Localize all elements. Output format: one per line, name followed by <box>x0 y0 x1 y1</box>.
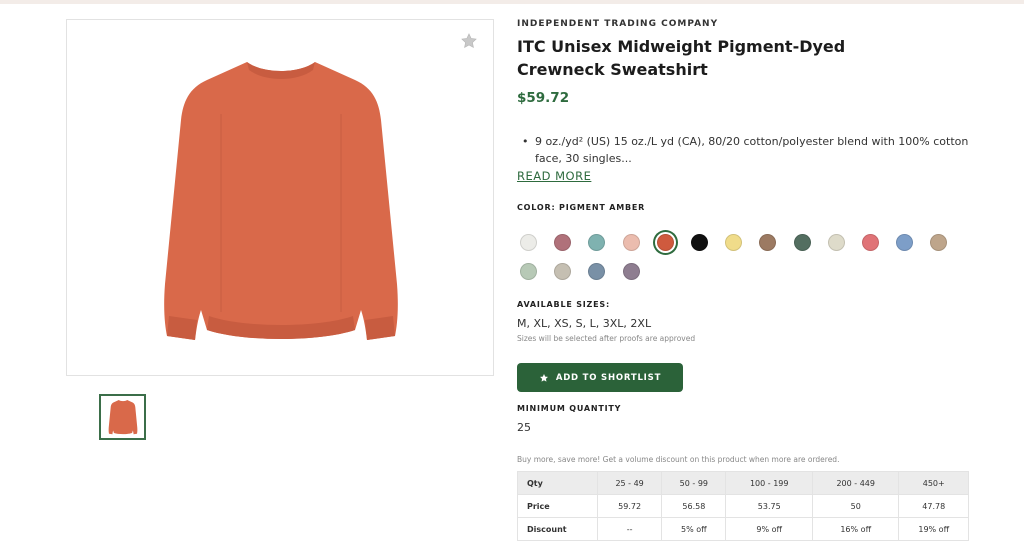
star-icon[interactable] <box>460 32 478 50</box>
color-swatch[interactable] <box>622 234 640 251</box>
color-swatch[interactable] <box>691 234 708 251</box>
table-cell: 50 - 99 <box>661 471 727 495</box>
color-swatch[interactable] <box>930 234 948 251</box>
table-row-qty: Qty 25 - 49 50 - 99 100 - 199 200 - 449 … <box>517 471 969 495</box>
product-main-image <box>66 19 494 376</box>
color-swatch[interactable] <box>520 234 537 251</box>
color-label: COLOR: PIGMENT AMBER <box>517 203 646 212</box>
description-text: 9 oz./yd² (US) 15 oz./L yd (CA), 80/20 c… <box>535 135 969 165</box>
table-row-price: Price 59.72 56.58 53.75 50 47.78 <box>517 494 969 518</box>
sizes-note: Sizes will be selected after proofs are … <box>517 334 696 343</box>
minimum-quantity-value: 25 <box>517 421 531 434</box>
minimum-quantity-label: MINIMUM QUANTITY <box>517 404 622 413</box>
read-more-link[interactable]: READ MORE <box>517 169 591 183</box>
color-swatch[interactable] <box>622 263 640 280</box>
table-cell: 56.58 <box>661 494 727 518</box>
color-swatch[interactable] <box>759 234 777 251</box>
table-cell: 200 - 449 <box>811 471 900 495</box>
brand-name: INDEPENDENT TRADING COMPANY <box>517 19 719 29</box>
volume-pricing-table: Qty 25 - 49 50 - 99 100 - 199 200 - 449 … <box>517 471 969 541</box>
color-swatch[interactable] <box>554 263 572 280</box>
color-swatch[interactable] <box>896 234 914 251</box>
product-title: ITC Unisex Midweight Pigment-Dyed Crewne… <box>517 37 846 79</box>
table-cell: 59.72 <box>596 494 663 518</box>
sweatshirt-thumbnail-image <box>108 400 137 435</box>
table-cell: 450+ <box>898 471 969 495</box>
table-cell: 100 - 199 <box>725 471 813 495</box>
table-cell: 25 - 49 <box>596 471 663 495</box>
product-thumbnail[interactable] <box>99 394 146 440</box>
color-swatch[interactable] <box>827 234 845 251</box>
top-bar <box>0 0 1024 4</box>
table-cell: 50 <box>811 494 900 518</box>
color-swatch[interactable] <box>725 234 743 251</box>
sweatshirt-image <box>164 62 398 340</box>
table-cell: Price <box>517 494 598 518</box>
color-swatch[interactable] <box>588 263 606 280</box>
color-swatch[interactable] <box>588 234 606 251</box>
table-cell: 5% off <box>661 517 727 541</box>
table-cell: Qty <box>517 471 598 495</box>
shortlist-label: ADD TO SHORTLIST <box>555 372 662 383</box>
color-swatch[interactable] <box>554 234 572 251</box>
color-swatch[interactable] <box>656 234 674 251</box>
table-cell: 9% off <box>725 517 813 541</box>
available-sizes: M, XL, XS, S, L, 3XL, 2XL <box>517 317 652 330</box>
table-cell: 16% off <box>811 517 900 541</box>
add-to-shortlist-button[interactable]: ADD TO SHORTLIST <box>517 363 683 392</box>
table-cell: -- <box>596 517 663 541</box>
table-cell: 53.75 <box>725 494 813 518</box>
star-icon <box>539 373 548 382</box>
color-swatch[interactable] <box>793 234 811 251</box>
description-bullet: • 9 oz./yd² (US) 15 oz./L yd (CA), 80/20… <box>522 133 982 167</box>
color-swatch[interactable] <box>862 234 879 251</box>
table-cell: 47.78 <box>898 494 969 518</box>
volume-discount-note: Buy more, save more! Get a volume discou… <box>517 455 840 464</box>
color-swatch[interactable] <box>520 263 537 280</box>
table-cell: Discount <box>517 517 598 541</box>
product-price: $59.72 <box>517 90 570 106</box>
bullet-dot: • <box>522 135 529 148</box>
table-cell: 19% off <box>898 517 969 541</box>
table-row-discount: Discount -- 5% off 9% off 16% off 19% of… <box>517 517 969 541</box>
sizes-label: AVAILABLE SIZES: <box>517 300 610 309</box>
